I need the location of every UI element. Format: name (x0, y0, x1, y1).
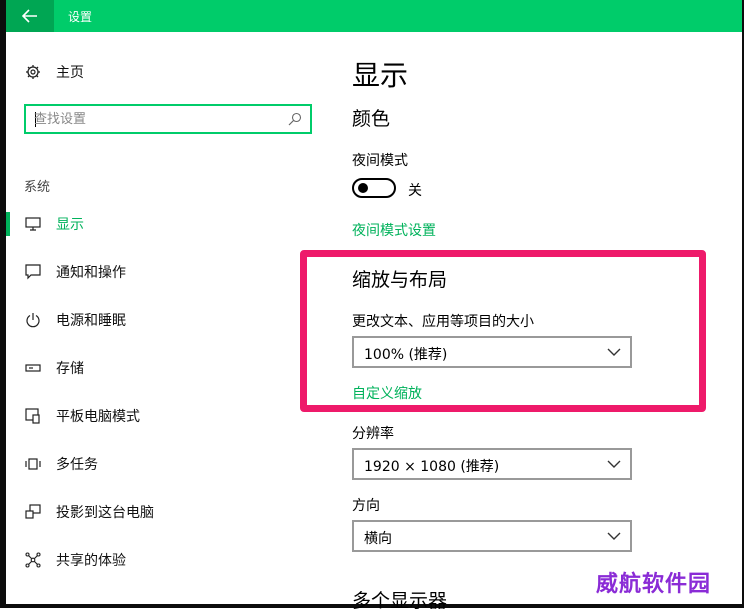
search-input[interactable] (34, 110, 274, 128)
night-mode-label: 夜间模式 (352, 153, 408, 169)
multitask-icon (24, 455, 42, 473)
active-indicator (6, 212, 10, 236)
window-title: 设置 (68, 10, 93, 24)
project-icon (24, 503, 42, 521)
night-mode-settings-link[interactable]: 夜间模式设置 (352, 220, 436, 240)
tablet-mode-icon (24, 407, 42, 425)
sidebar-item-label: 通知和操作 (56, 265, 126, 281)
night-mode-toggle[interactable] (352, 178, 396, 198)
back-button[interactable] (6, 0, 54, 32)
sidebar-item-display[interactable]: 显示 (6, 208, 306, 240)
resolution-label: 分辨率 (352, 426, 394, 442)
resolution-dropdown-value: 1920 × 1080 (推荐) (364, 459, 500, 475)
color-section-heading: 颜色 (352, 108, 391, 130)
sidebar-item-multitasking[interactable]: 多任务 (6, 448, 306, 480)
storage-icon (24, 359, 42, 377)
toggle-knob (358, 183, 368, 193)
sidebar-item-label: 电源和睡眠 (56, 313, 126, 329)
search-box[interactable] (24, 104, 312, 134)
sidebar-item-label: 共享的体验 (56, 553, 126, 569)
sidebar-item-label: 存储 (56, 361, 84, 377)
section-caption-system: 系统 (24, 180, 51, 195)
orientation-dropdown[interactable]: 横向 (352, 520, 632, 552)
sidebar-home-label: 主页 (56, 65, 84, 81)
sidebar-item-shared-experiences[interactable]: 共享的体验 (6, 544, 306, 576)
search-icon[interactable] (288, 112, 302, 126)
sidebar-item-label: 投影到这台电脑 (56, 505, 154, 521)
resolution-dropdown[interactable]: 1920 × 1080 (推荐) (352, 448, 632, 480)
sidebar-item-power[interactable]: 电源和睡眠 (6, 304, 306, 336)
sidebar-home[interactable]: 主页 (6, 56, 306, 88)
sidebar-item-notifications[interactable]: 通知和操作 (6, 256, 306, 288)
sidebar-item-tablet-mode[interactable]: 平板电脑模式 (6, 400, 306, 432)
sidebar-item-storage[interactable]: 存储 (6, 352, 306, 384)
power-icon (24, 311, 42, 329)
chevron-down-icon (607, 532, 621, 540)
share-icon (24, 551, 42, 569)
monitor-icon (24, 215, 42, 233)
orientation-dropdown-value: 横向 (364, 531, 392, 547)
highlight-annotation-box (300, 250, 706, 412)
orientation-label: 方向 (352, 498, 380, 514)
title-bar: 设置 (6, 0, 742, 32)
sidebar-item-label: 显示 (56, 217, 84, 233)
sidebar-item-label: 平板电脑模式 (56, 409, 140, 425)
sidebar-item-label: 多任务 (56, 457, 98, 473)
gear-icon (24, 63, 42, 81)
sidebar-item-project[interactable]: 投影到这台电脑 (6, 496, 306, 528)
watermark-text: 威航软件园 (596, 572, 712, 597)
multiple-displays-heading: 多个显示器 (352, 590, 448, 612)
notification-icon (24, 263, 42, 281)
back-arrow-icon (22, 9, 37, 23)
chevron-down-icon (607, 460, 621, 468)
page-title: 显示 (352, 59, 409, 92)
toggle-state-label: 关 (408, 183, 422, 199)
